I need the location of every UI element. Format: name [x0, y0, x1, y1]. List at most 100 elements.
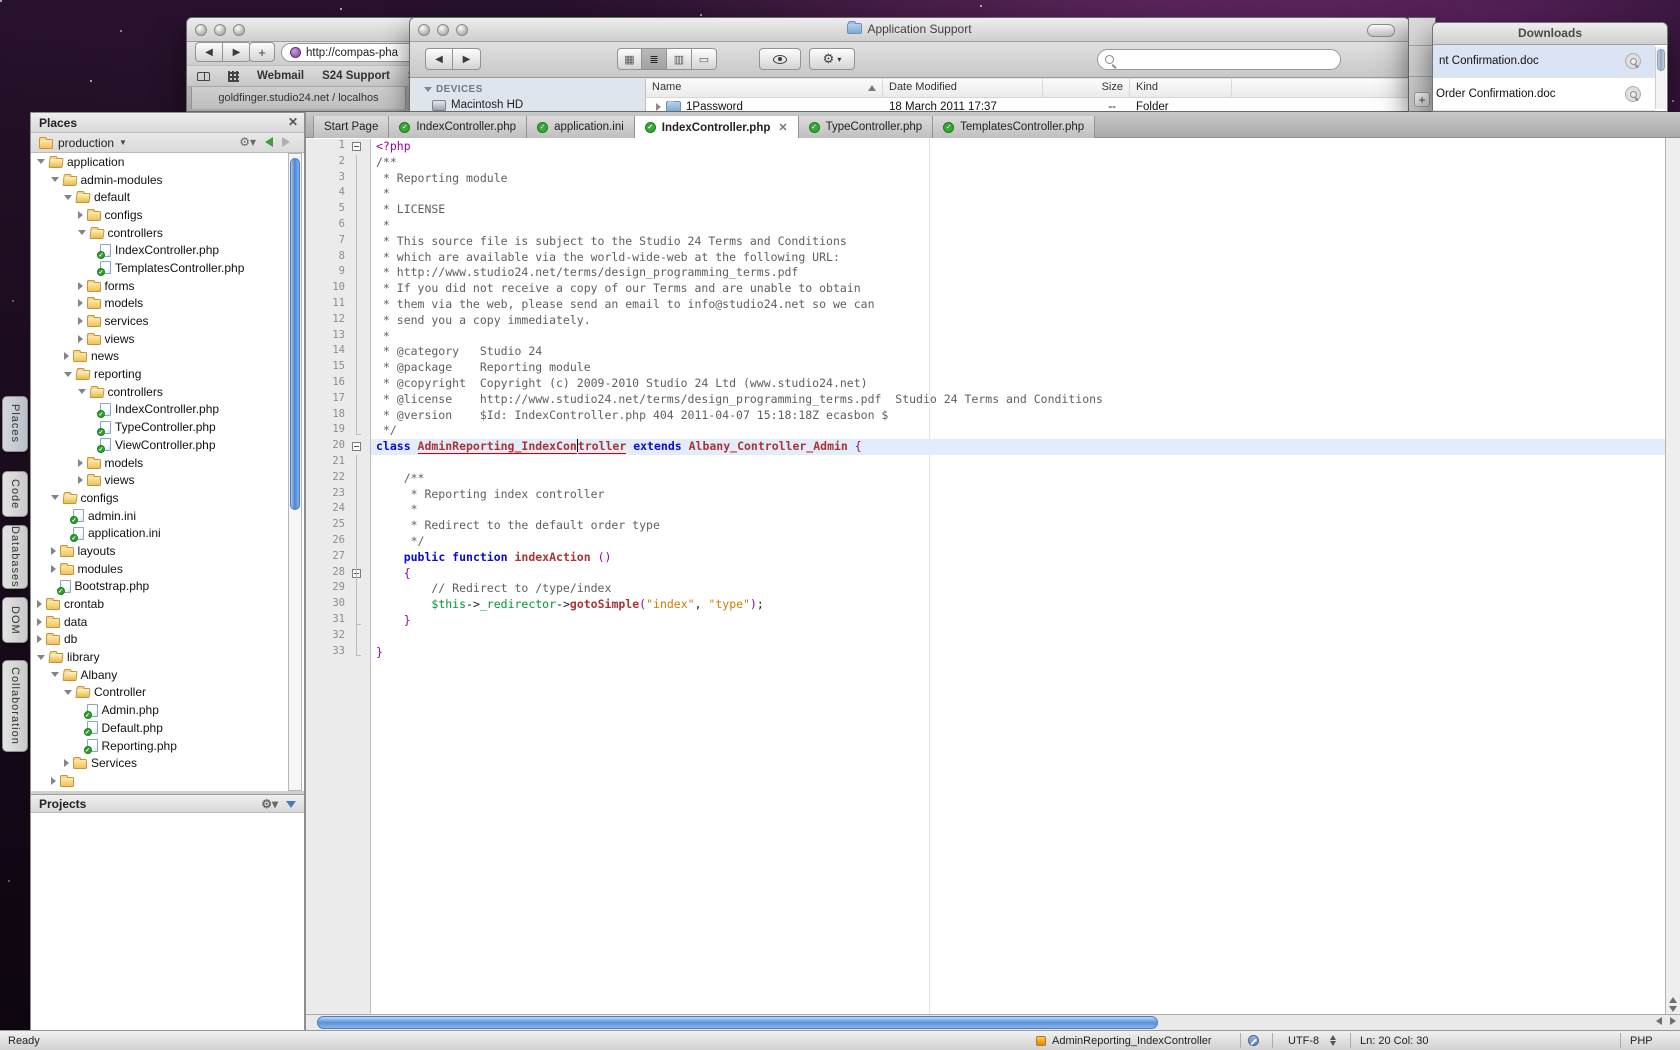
browser-tab[interactable]: goldfinger.studio24.net / localhos — [191, 87, 406, 109]
disclosure-triangle-icon[interactable] — [64, 195, 72, 200]
tree-item-models[interactable]: models — [31, 295, 289, 313]
forward-button[interactable]: ▶ — [223, 42, 251, 62]
disclosure-triangle-icon[interactable] — [78, 459, 83, 467]
column-header-kind[interactable]: Kind — [1130, 79, 1232, 97]
close-icon[interactable]: ✕ — [288, 115, 298, 129]
disclosure-triangle-icon[interactable] — [37, 600, 42, 608]
places-root-selector[interactable]: production ▼ ⚙▾ — [31, 133, 304, 153]
disclosure-triangle-icon[interactable] — [78, 211, 83, 219]
tree-item-default-php[interactable]: ✓Default.php — [31, 719, 289, 737]
stepper-arrows-icon[interactable] — [1330, 1035, 1336, 1046]
disclosure-triangle-icon[interactable] — [78, 389, 86, 394]
disclosure-triangle-icon[interactable] — [64, 352, 69, 360]
tree-item-crontab[interactable]: crontab — [31, 595, 289, 613]
close-tab-icon[interactable]: ✕ — [778, 121, 787, 134]
tree-item-controller[interactable]: Controller — [31, 684, 289, 702]
tree-item-reporting-php[interactable]: ✓Reporting.php — [31, 737, 289, 755]
filter-icon[interactable] — [286, 801, 296, 808]
forward-button[interactable]: ▶ — [453, 48, 481, 70]
disclosure-triangle-icon[interactable] — [64, 690, 72, 695]
gear-icon[interactable]: ⚙▾ — [239, 136, 256, 148]
toolbar-toggle-button[interactable] — [1367, 24, 1395, 37]
tree-item-library[interactable]: library — [31, 648, 289, 666]
sidebar-tab-places[interactable]: Places — [2, 396, 28, 452]
action-menu-button[interactable]: ⚙▾ — [809, 48, 855, 70]
editor-tab-application-ini[interactable]: ✓application.ini — [527, 116, 635, 138]
download-item-order-confirmation-doc[interactable]: Order Confirmation.doc — [1433, 78, 1655, 111]
scrollbar-thumb[interactable] — [317, 1016, 1158, 1029]
scrollbar[interactable] — [1655, 47, 1666, 109]
table-row[interactable]: 1Password18 March 2011 17:37--Folder — [646, 98, 1409, 112]
tree-item-modules[interactable]: modules — [31, 560, 289, 578]
tree-item-services[interactable]: services — [31, 312, 289, 330]
sidebar-item-macintosh-hd[interactable]: Macintosh HD — [410, 99, 645, 111]
tree-item-application-ini[interactable]: ✓application.ini — [31, 524, 289, 542]
column-header-date-modified[interactable]: Date Modified — [883, 79, 1043, 97]
editor-body[interactable]: 1234567891011121314151617181920212223242… — [306, 138, 1665, 1014]
tree-item-bootstrap-php[interactable]: ✓Bootstrap.php — [31, 578, 289, 596]
sidebar-tab-databases[interactable]: Databases — [2, 525, 28, 589]
tree-item-item[interactable] — [31, 772, 289, 790]
downloads-titlebar[interactable]: Downloads — [1433, 23, 1667, 45]
tree-item-configs[interactable]: configs — [31, 206, 289, 224]
tree-item-services[interactable]: Services — [31, 754, 289, 772]
editor-tab-typecontroller-php[interactable]: ✓TypeController.php — [799, 116, 934, 138]
horizontal-scrollbar[interactable] — [306, 1014, 1680, 1030]
disclosure-triangle-icon[interactable] — [78, 335, 83, 343]
tree-item-indexcontroller-php[interactable]: ✓IndexController.php — [31, 401, 289, 419]
sidebar-tab-code[interactable]: Code — [2, 471, 28, 517]
disclosure-triangle-icon[interactable] — [37, 635, 42, 643]
disclosure-triangle-icon[interactable] — [37, 159, 45, 164]
devices-section-header[interactable]: DEVICES — [410, 84, 645, 95]
magnifier-icon[interactable] — [1625, 86, 1641, 102]
tree-item-configs[interactable]: configs — [31, 489, 289, 507]
finder-titlebar[interactable]: Application Support — [410, 18, 1409, 42]
tree-item-db[interactable]: db — [31, 631, 289, 649]
vertical-scrollbar[interactable] — [1665, 138, 1680, 1014]
disclosure-triangle-icon[interactable] — [51, 177, 59, 182]
tree-item-admin-ini[interactable]: ✓admin.ini — [31, 507, 289, 525]
bookmark-s24-support[interactable]: S24 Support — [322, 70, 390, 82]
tree-item-typecontroller-php[interactable]: ✓TypeController.php — [31, 418, 289, 436]
tree-item-data[interactable]: data — [31, 613, 289, 631]
disclosure-triangle-icon[interactable] — [37, 655, 45, 660]
tree-item-views[interactable]: views — [31, 471, 289, 489]
zoom-window-button[interactable] — [233, 24, 245, 36]
magnifier-icon[interactable] — [1625, 53, 1641, 69]
disclosure-triangle-icon[interactable] — [78, 317, 83, 325]
editor-tab-indexcontroller-php[interactable]: ✓IndexController.php — [389, 116, 527, 138]
tree-item-default[interactable]: default — [31, 188, 289, 206]
column-header-name[interactable]: Name — [646, 79, 883, 97]
tree-item-admin-php[interactable]: ✓Admin.php — [31, 701, 289, 719]
add-button[interactable]: + — [1414, 92, 1430, 107]
column-header-size[interactable]: Size — [1043, 79, 1130, 97]
gear-icon[interactable]: ⚙▾ — [261, 798, 278, 810]
topsites-icon[interactable] — [228, 71, 239, 82]
editor-tab-indexcontroller-php[interactable]: ✓IndexController.php✕ — [635, 116, 799, 139]
back-button[interactable]: ◀ — [195, 42, 223, 62]
search-input[interactable] — [1097, 49, 1341, 70]
scrollbar-thumb[interactable] — [290, 158, 300, 510]
disclosure-triangle-icon[interactable] — [51, 777, 56, 785]
scrollbar-arrows[interactable] — [1666, 997, 1680, 1012]
tree-item-layouts[interactable]: layouts — [31, 542, 289, 560]
minimize-window-button[interactable] — [214, 24, 226, 36]
code-fold-icon[interactable] — [352, 442, 361, 451]
disclosure-triangle-icon[interactable] — [64, 759, 69, 767]
encoding-indicator[interactable]: UTF-8 — [1288, 1035, 1319, 1047]
new-tab-button[interactable]: + — [249, 42, 275, 62]
editor-tab-templatescontroller-php[interactable]: ✓TemplatesController.php — [933, 116, 1095, 138]
disclosure-triangle-icon[interactable] — [51, 672, 59, 677]
tree-item-albany[interactable]: Albany — [31, 666, 289, 684]
code-fold-icon[interactable] — [352, 142, 361, 151]
tree-item-admin-modules[interactable]: admin-modules — [31, 171, 289, 189]
icon-view-button[interactable]: ▦ — [617, 48, 642, 70]
scrollbar-thumb[interactable] — [1657, 49, 1665, 71]
disclosure-triangle-icon[interactable] — [51, 565, 56, 573]
tree-item-application[interactable]: application — [31, 153, 289, 171]
tree-item-controllers[interactable]: controllers — [31, 383, 289, 401]
tree-item-models[interactable]: models — [31, 454, 289, 472]
tree-item-news[interactable]: news — [31, 348, 289, 366]
disclosure-triangle-icon[interactable] — [37, 618, 42, 626]
disclosure-triangle-icon[interactable] — [64, 372, 72, 377]
